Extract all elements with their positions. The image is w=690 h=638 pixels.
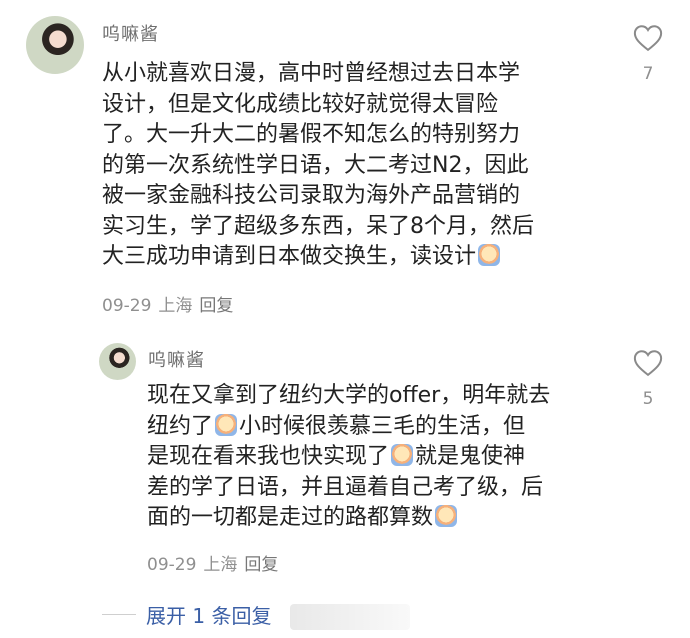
like-button[interactable]: 5 bbox=[628, 349, 668, 409]
comment-line: 从小就喜欢日漫，高中时曾经想过去日本学 bbox=[102, 61, 521, 86]
divider bbox=[102, 614, 136, 615]
comment-line: 实习生，学了超级多东西，呆了8个月，然后 bbox=[102, 213, 534, 239]
comment-line: 差的学了日语，并且逼着自己考了级，后 bbox=[147, 474, 544, 500]
crying-emoji-icon bbox=[391, 444, 414, 466]
crying-emoji-icon bbox=[478, 244, 501, 266]
username[interactable]: 呜嘛酱 bbox=[102, 20, 159, 46]
comment-text: 从小就喜欢日漫，高中时曾经想过去日本学 设计，但是文化成绩比较好就觉得太冒险 了。大… bbox=[102, 59, 534, 273]
crying-emoji-icon bbox=[215, 413, 238, 436]
comment-meta: 09-29 上海 回复 bbox=[147, 550, 285, 575]
watermark-overlay bbox=[290, 604, 410, 630]
like-button[interactable]: 7 bbox=[628, 24, 668, 84]
reply-button[interactable]: 回复 bbox=[244, 555, 278, 575]
reply-item: 呜嘛酱 现在又拿到了纽约大学的offer，明年就去 纽约了 小时候很羡慕三毛的生活，… bbox=[0, 335, 690, 585]
reply-button[interactable]: 回复 bbox=[199, 296, 233, 316]
comment-line: 小时候很羡慕三毛的生活，但 bbox=[239, 413, 526, 439]
comment-line: 现在又拿到了纽约大学的offer，明年就去 bbox=[147, 383, 551, 408]
comment-line: 面的一切都是走过的路都算数 bbox=[147, 505, 434, 530]
comment-line: 大三成功申请到日本做交换生，读设计 bbox=[102, 244, 477, 269]
comment-line: 就是鬼使神 bbox=[415, 444, 526, 469]
comment-line: 的第一次系统性学日语，大二考过N2，因此 bbox=[102, 152, 529, 178]
comment-line: 是现在看来我也快实现了 bbox=[147, 444, 390, 469]
like-count: 7 bbox=[642, 64, 654, 84]
like-count: 5 bbox=[642, 389, 654, 409]
heart-outline-icon bbox=[633, 350, 663, 377]
comment-date: 09-29 bbox=[147, 555, 197, 575]
avatar[interactable] bbox=[99, 343, 136, 380]
comment-line: 纽约了 bbox=[147, 413, 214, 439]
comment-line: 了。大一升大二的暑假不知怎么的特别努力 bbox=[102, 122, 521, 147]
heart-outline-icon bbox=[633, 25, 663, 52]
avatar[interactable] bbox=[26, 16, 84, 74]
comment-meta: 09-29 上海 回复 bbox=[102, 291, 240, 316]
comment-line: 被一家金融科技公司录取为海外产品营销的 bbox=[102, 183, 521, 208]
username[interactable]: 呜嘛酱 bbox=[148, 346, 205, 372]
crying-emoji-icon bbox=[435, 505, 458, 527]
comment-line: 设计，但是文化成绩比较好就觉得太冒险 bbox=[102, 91, 499, 117]
comment-location: 上海 bbox=[203, 555, 238, 575]
expand-replies-label[interactable]: 展开 1 条回复 bbox=[146, 600, 271, 629]
comment-item: 呜嘛酱 从小就喜欢日漫，高中时曾经想过去日本学 设计，但是文化成绩比较好就觉得太冒… bbox=[0, 0, 690, 330]
comment-text: 现在又拿到了纽约大学的offer，明年就去 纽约了 小时候很羡慕三毛的生活，但是现在… bbox=[147, 381, 550, 534]
comment-date: 09-29 bbox=[102, 296, 152, 316]
comment-location: 上海 bbox=[158, 296, 193, 316]
